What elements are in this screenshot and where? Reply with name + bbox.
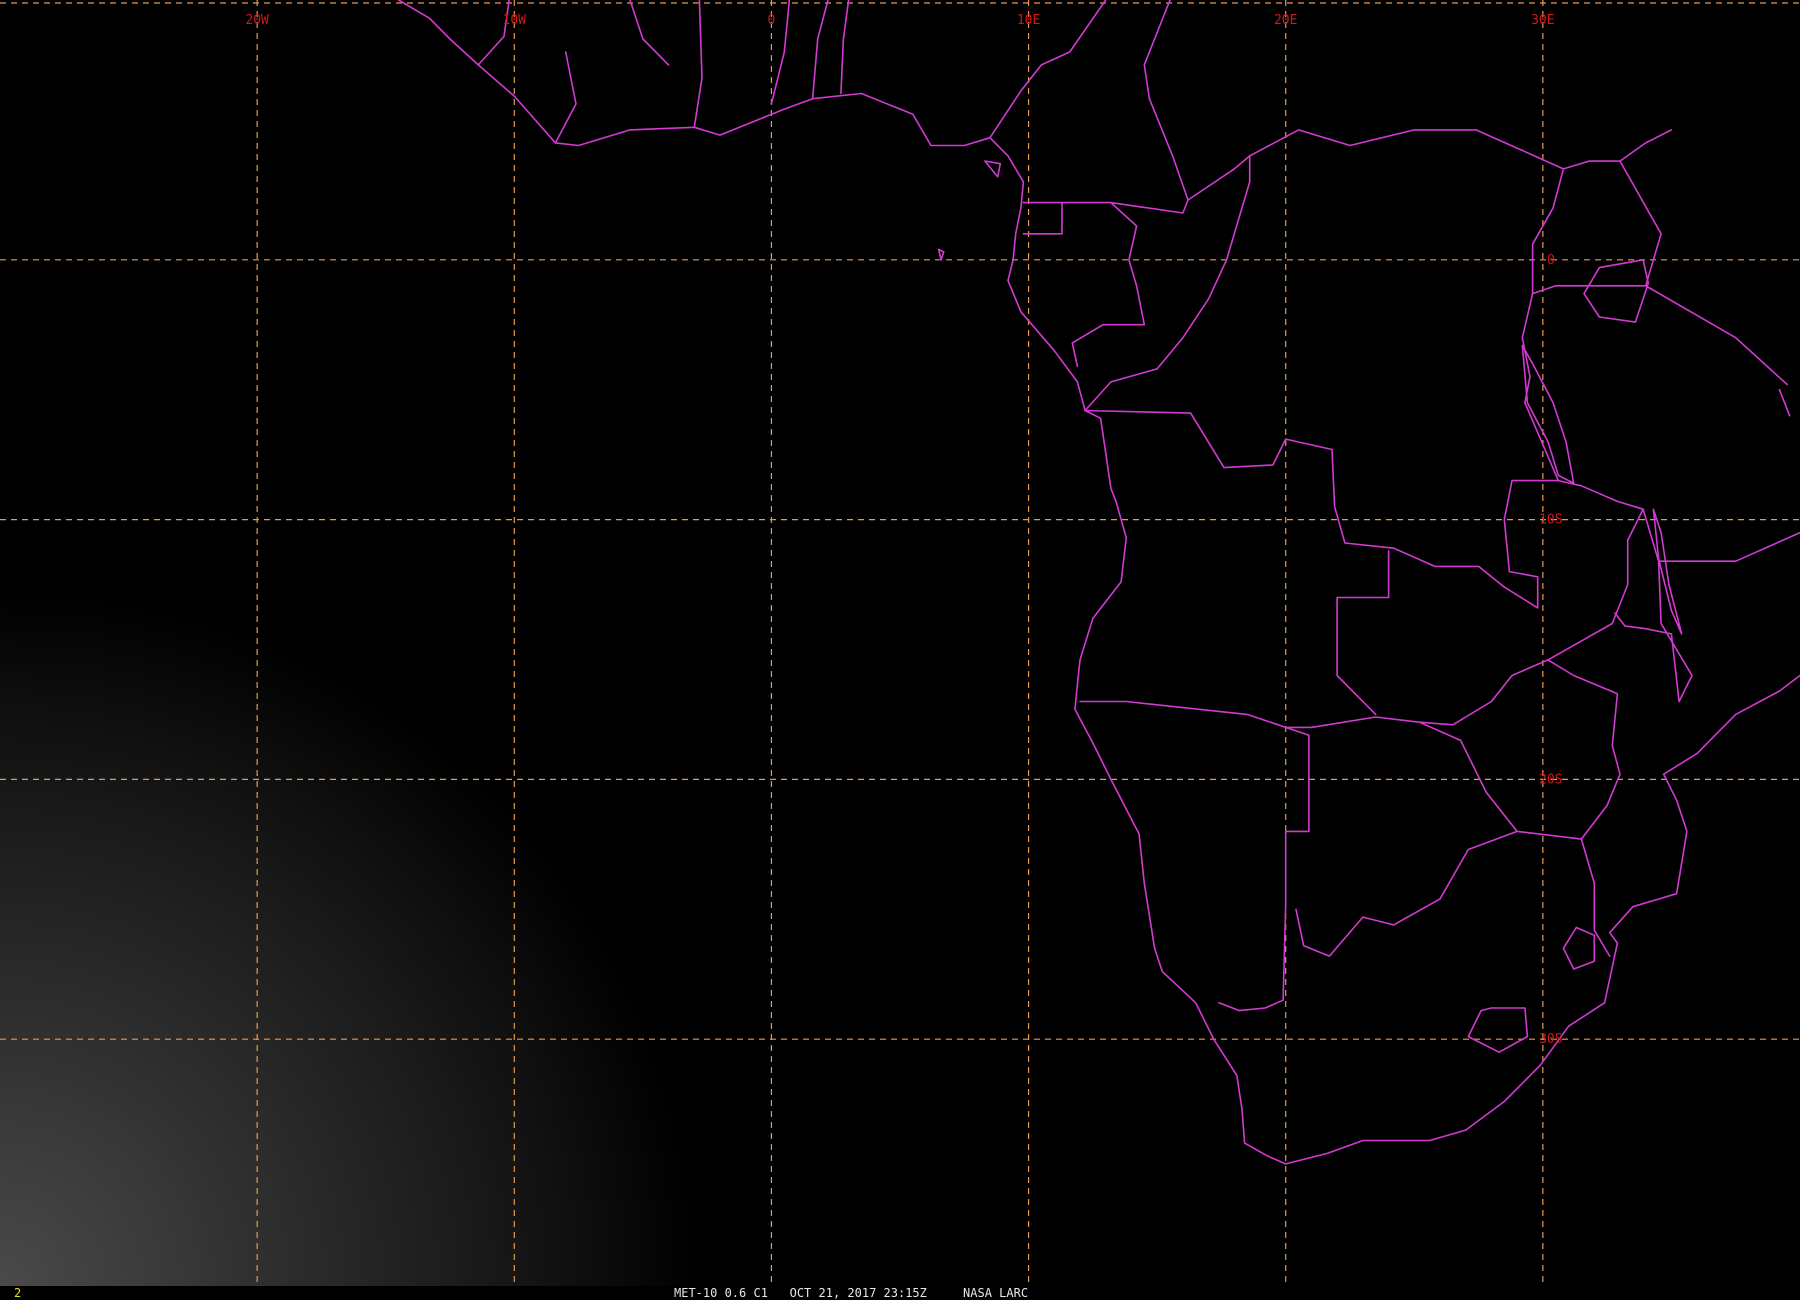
timestamp: OCT 21, 2017 23:15Z	[789, 1286, 927, 1300]
parallel-label: 0	[1547, 253, 1555, 268]
frame-number: 2	[14, 1286, 22, 1300]
meridian-label: 0	[768, 13, 776, 28]
satellite-map: 20W 10W 0 10E 20E 30E 0 10S 20S 30S 2 MET-10 0.6 …	[0, 0, 1800, 1300]
image-caption: MET-10 0.6 C1 OCT 21, 2017 23:15Z NASA L…	[674, 1286, 1028, 1300]
meridian-label: 10E	[1017, 13, 1040, 28]
satellite-channel: MET-10 0.6 C1	[674, 1286, 768, 1300]
meridian-label: 20E	[1274, 13, 1297, 28]
status-bar: 2 MET-10 0.6 C1 OCT 21, 2017 23:15Z NASA…	[0, 1286, 1800, 1300]
data-source: NASA LARC	[963, 1286, 1029, 1300]
parallel-label: 20S	[1539, 772, 1562, 787]
parallel-label: 30S	[1539, 1032, 1562, 1047]
imagery-glow	[0, 0, 1800, 1286]
meridian-label: 10W	[503, 13, 527, 28]
meridian-label: 30E	[1531, 13, 1554, 28]
map-canvas: 20W 10W 0 10E 20E 30E 0 10S 20S 30S	[0, 0, 1800, 1286]
parallel-label: 10S	[1539, 513, 1562, 528]
meridian-label: 20W	[245, 13, 269, 28]
